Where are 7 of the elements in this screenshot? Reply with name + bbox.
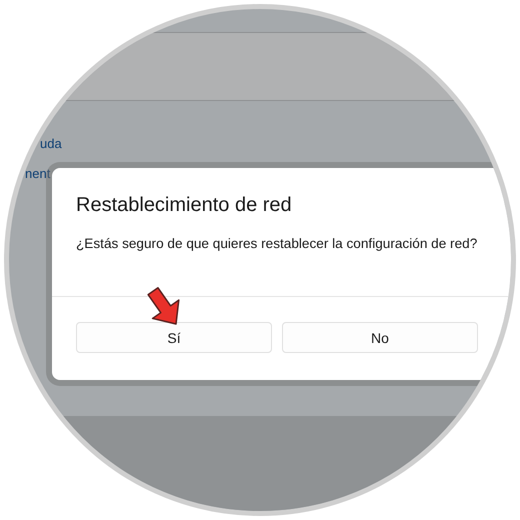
- dialog-title: Restablecimiento de red: [76, 194, 292, 217]
- link-text[interactable]: uda: [40, 136, 62, 151]
- link-text[interactable]: nent: [25, 166, 50, 181]
- pointer-arrow: [147, 287, 180, 325]
- dialog-message: ¿Estás seguro de que quieres restablecer la configuración de red?: [76, 236, 478, 251]
- yes-button[interactable]: Sí: [76, 322, 272, 353]
- no-button[interactable]: No: [282, 322, 478, 353]
